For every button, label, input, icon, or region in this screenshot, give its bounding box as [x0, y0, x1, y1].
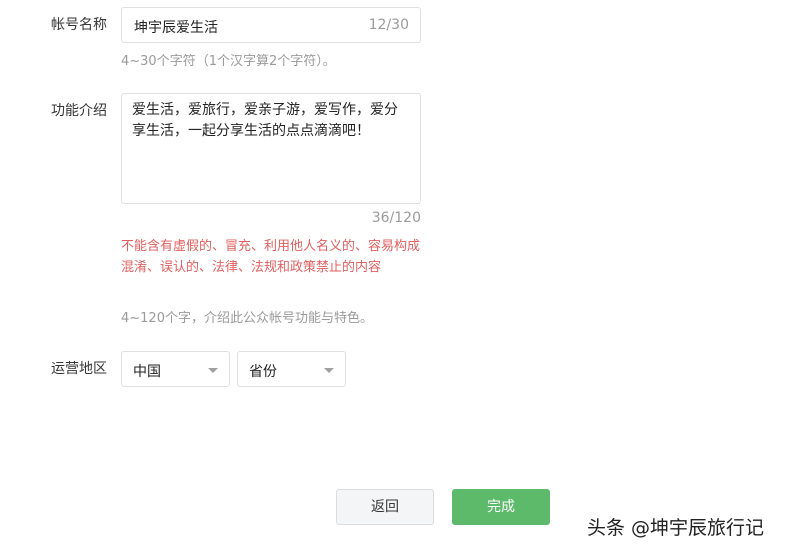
watermark-text: 头条 @坤宇辰旅行记 [587, 517, 765, 539]
region-label: 运营地区 [51, 361, 107, 377]
intro-textarea[interactable]: 爱生活，爱旅行，爱亲子游，爱写作，爱分享生活，一起分享生活的点点滴滴吧！ [121, 93, 421, 204]
intro-error-message: 不能含有虚假的、冒充、利用他人名义的、容易构成混淆、误认的、法律、法规和政策禁止… [121, 239, 421, 275]
chevron-down-icon [324, 368, 334, 373]
account-name-hint: 4~30个字符（1个汉字算2个字符）。 [121, 54, 336, 69]
intro-counter: 36/120 [371, 210, 421, 226]
account-name-label: 帐号名称 [51, 17, 107, 33]
intro-label: 功能介绍 [51, 103, 107, 119]
country-value: 中国 [133, 364, 161, 380]
back-button[interactable]: 返回 [336, 489, 434, 525]
account-name-input[interactable]: 坤宇辰爱生活 12/30 [121, 7, 421, 43]
chevron-down-icon [208, 368, 218, 373]
country-select[interactable]: 中国 [121, 351, 230, 387]
province-select[interactable]: 省份 [237, 351, 346, 387]
account-name-value: 坤宇辰爱生活 [134, 20, 218, 36]
intro-hint: 4~120个字，介绍此公众帐号功能与特色。 [121, 311, 373, 326]
intro-value: 爱生活，爱旅行，爱亲子游，爱写作，爱分享生活，一起分享生活的点点滴滴吧！ [132, 102, 398, 139]
province-placeholder: 省份 [249, 364, 277, 380]
account-name-counter: 12/30 [368, 17, 409, 33]
done-button[interactable]: 完成 [452, 489, 550, 525]
